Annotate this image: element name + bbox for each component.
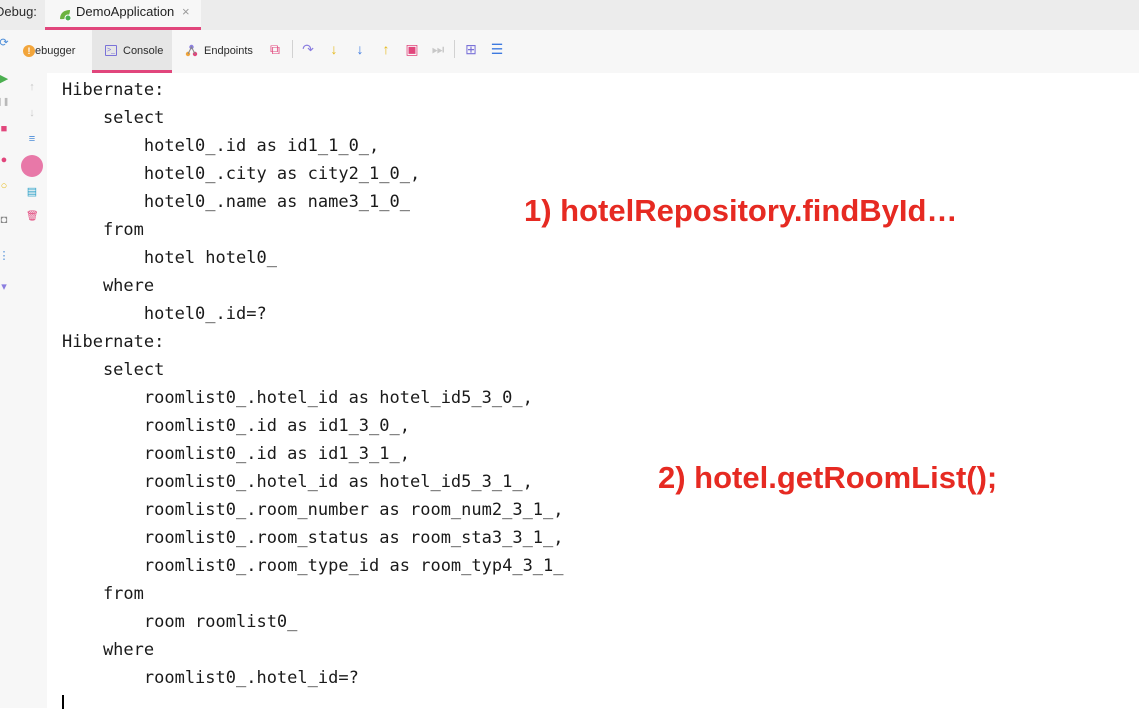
more-icon[interactable]: ⋮ — [0, 249, 10, 262]
force-step-into-icon[interactable]: ↓ — [351, 39, 369, 59]
restore-layout-icon[interactable]: ⧉ — [266, 39, 284, 59]
console-line: roomlist0_.room_status as room_sta3_3_1_… — [62, 528, 564, 548]
tab-debugger[interactable]: ! ebugger — [20, 30, 86, 73]
rerun-icon[interactable]: ⟳ — [0, 36, 10, 49]
toolbar-divider — [292, 40, 293, 58]
down-arrow-icon[interactable]: ↓ — [26, 107, 38, 119]
trace-icon[interactable]: ☰ — [488, 39, 506, 59]
camera-icon[interactable]: ◘ — [0, 214, 10, 226]
drop-frame-icon[interactable]: ▣ — [403, 39, 421, 59]
step-over-icon[interactable]: ↷ — [299, 39, 317, 59]
console-line: hotel0_.city as city2_1_0_, — [62, 164, 421, 184]
tab-demo-application[interactable]: DemoApplication × — [45, 0, 201, 30]
console-line: where — [62, 640, 155, 660]
step-out-icon[interactable]: ↑ — [377, 39, 395, 59]
debugger-icon: ! — [23, 45, 35, 57]
tab-console-label: Console — [123, 45, 164, 57]
console-line: roomlist0_.id as id1_3_0_, — [62, 416, 410, 436]
debug-toolbar: ! ebugger >_ Console Endpoints ⧉ ↷ ↓ ↓ ↑… — [0, 30, 1139, 73]
debug-label: Debug: — [0, 4, 37, 19]
console-line: roomlist0_.hotel_id as hotel_id5_3_1_, — [62, 472, 533, 492]
text-caret — [62, 695, 64, 709]
tab-endpoints[interactable]: Endpoints — [184, 30, 264, 73]
spring-boot-icon — [60, 10, 72, 22]
clear-all-icon[interactable]: 🗑 — [26, 211, 39, 222]
print-icon[interactable]: ▤ — [26, 185, 38, 198]
up-arrow-icon[interactable]: ↑ — [26, 81, 38, 93]
console-line: select — [62, 108, 165, 128]
console-line: hotel hotel0_ — [62, 248, 288, 268]
scroll-to-end-icon[interactable]: ● — [21, 155, 43, 177]
step-into-icon[interactable]: ↓ — [325, 39, 343, 59]
stop-icon[interactable]: ■ — [0, 123, 10, 135]
console-line: from — [62, 220, 144, 240]
console-line: Hibernate: — [62, 332, 175, 352]
console-line: roomlist0_.hotel_id=? — [62, 668, 359, 688]
tab-endpoints-label: Endpoints — [204, 45, 253, 57]
breakpoints-icon[interactable]: ● — [0, 154, 10, 166]
mute-breakpoints-icon[interactable]: ○ — [0, 180, 10, 192]
console-line: roomlist0_.id as id1_3_1_, — [62, 444, 410, 464]
annotation-get-room-list: 2) hotel.getRoomList(); — [658, 460, 998, 495]
pause-icon[interactable]: ❚❚ — [0, 97, 9, 106]
resume-icon[interactable]: ▶ — [0, 72, 10, 85]
annotation-find-by-id: 1) hotelRepository.findById… — [524, 193, 958, 228]
soft-wrap-icon[interactable]: ≡ — [26, 133, 38, 145]
console-line: Hibernate: — [62, 80, 175, 100]
console-line: room roomlist0_ — [62, 612, 308, 632]
tab-debugger-label: ebugger — [35, 45, 76, 57]
console-line: select — [62, 360, 165, 380]
console-line: from — [62, 584, 144, 604]
console-line: hotel0_.name as name3_1_0_ — [62, 192, 421, 212]
debug-actions-gutter: ⟳ ▶ ❚❚ ■ ● ○ ◘ ⋮ ▾ — [0, 37, 14, 708]
console-line: roomlist0_.hotel_id as hotel_id5_3_0_, — [62, 388, 533, 408]
evaluate-expression-icon[interactable]: ⊞ — [462, 39, 480, 59]
pin-icon[interactable]: ▾ — [0, 280, 10, 293]
endpoints-icon — [185, 44, 198, 57]
console-icon: >_ — [105, 45, 117, 56]
console-actions-gutter: ↑ ↓ ≡ ● ▤ 🗑 — [14, 73, 47, 708]
run-to-cursor-icon[interactable]: ⏭ — [429, 39, 447, 59]
debug-tab-bar: Debug: DemoApplication × — [0, 0, 1139, 30]
tab-title: DemoApplication — [76, 4, 175, 19]
toolbar-divider — [454, 40, 455, 58]
console-output[interactable]: Hibernate: select hotel0_.id as id1_1_0_… — [47, 73, 1139, 709]
console-line: hotel0_.id as id1_1_0_, — [62, 136, 380, 156]
tab-console[interactable]: >_ Console — [92, 30, 172, 73]
console-line: roomlist0_.room_number as room_num2_3_1_… — [62, 500, 564, 520]
close-icon[interactable]: × — [182, 4, 190, 19]
console-line: roomlist0_.room_type_id as room_typ4_3_1… — [62, 556, 574, 576]
console-line: where — [62, 276, 155, 296]
console-line: hotel0_.id=? — [62, 304, 267, 324]
